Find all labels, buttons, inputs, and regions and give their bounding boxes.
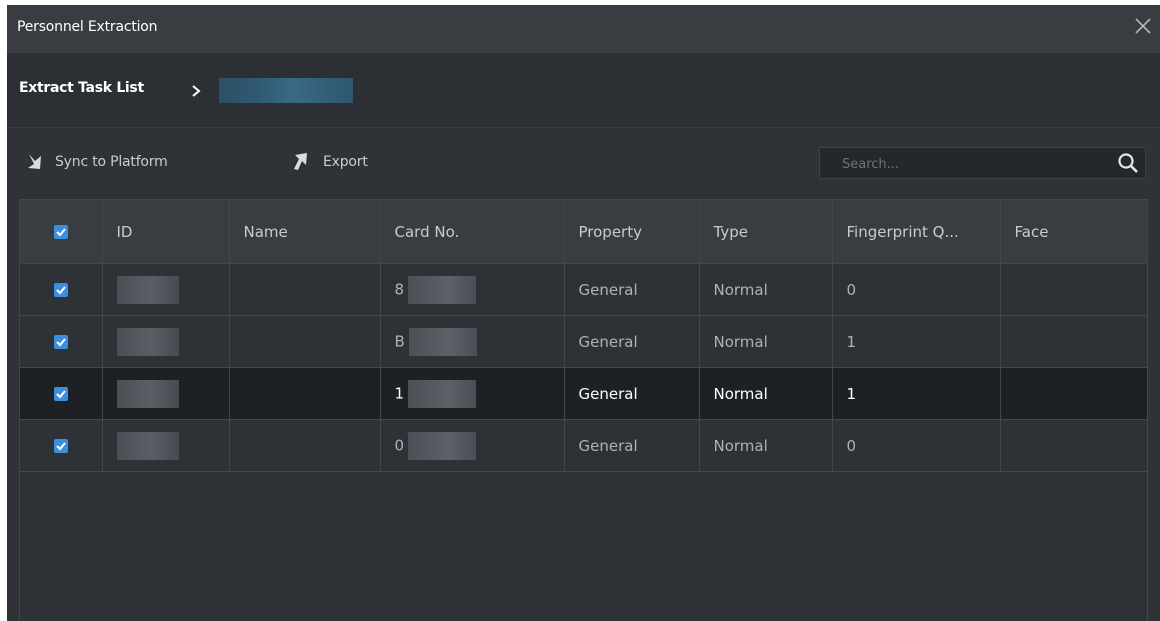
sync-to-platform-label: Sync to Platform xyxy=(55,154,168,170)
cell-face xyxy=(1000,367,1147,420)
sync-icon xyxy=(28,154,41,169)
cell-name xyxy=(229,263,381,316)
toolbar: Sync to Platform Export xyxy=(7,145,1160,180)
redacted-id xyxy=(116,275,179,304)
redacted-card xyxy=(408,327,477,356)
cell-name xyxy=(229,419,381,472)
table-header-row: ID Name Card No. Property Type Fingerpri… xyxy=(20,200,1147,264)
column-header-name[interactable]: Name xyxy=(229,200,381,264)
cell-face xyxy=(1000,315,1147,368)
cell-id xyxy=(102,263,230,316)
cell-type: Normal xyxy=(699,367,833,420)
card-no-text: B xyxy=(394,332,405,350)
card-no-text: 8 xyxy=(394,280,405,298)
cell-type: Normal xyxy=(699,315,833,368)
sync-to-platform-button[interactable]: Sync to Platform xyxy=(25,145,168,179)
cell-card-no: 1 xyxy=(380,367,565,420)
export-icon xyxy=(294,153,307,170)
personnel-table: ID Name Card No. Property Type Fingerpri… xyxy=(19,199,1148,621)
search-input[interactable] xyxy=(820,148,1124,180)
search-box xyxy=(819,147,1146,180)
cell-property: General xyxy=(564,315,700,368)
cell-face xyxy=(1000,419,1147,472)
cell-fingerprint: 1 xyxy=(832,315,1001,368)
column-header-face[interactable]: Face xyxy=(1000,200,1147,264)
cell-name xyxy=(229,315,381,368)
cell-type: Normal xyxy=(699,263,833,316)
chevron-right-icon xyxy=(190,83,202,99)
row-checkbox[interactable] xyxy=(53,335,68,349)
column-header-type[interactable]: Type xyxy=(699,200,833,264)
cell-fingerprint: 1 xyxy=(832,367,1001,420)
row-checkbox[interactable] xyxy=(53,387,68,401)
cell-name xyxy=(229,367,381,420)
row-checkbox-cell xyxy=(20,367,103,420)
select-all-checkbox[interactable] xyxy=(53,225,68,239)
search-icon[interactable] xyxy=(1117,152,1139,174)
redacted-card xyxy=(408,379,477,408)
redacted-id xyxy=(116,431,179,460)
row-checkbox[interactable] xyxy=(53,439,68,453)
cell-id xyxy=(102,367,230,420)
table-row[interactable]: B General Normal 1 xyxy=(20,315,1147,368)
row-checkbox-cell xyxy=(20,419,103,472)
table-row-selected[interactable]: 1 General Normal 1 xyxy=(20,367,1147,420)
cell-type: Normal xyxy=(699,419,833,472)
breadcrumb-extract-task-list[interactable]: Extract Task List xyxy=(19,80,144,96)
cell-id xyxy=(102,315,230,368)
cell-card-no: 8 xyxy=(380,263,565,316)
row-checkbox[interactable] xyxy=(53,283,68,297)
cell-fingerprint: 0 xyxy=(832,419,1001,472)
cell-id xyxy=(102,419,230,472)
card-no-text: 0 xyxy=(394,436,405,454)
dialog-title: Personnel Extraction xyxy=(17,19,158,35)
column-header-card-no[interactable]: Card No. xyxy=(380,200,565,264)
export-button[interactable]: Export xyxy=(293,145,368,179)
column-header-fingerprint-quantity[interactable]: Fingerprint Q... xyxy=(832,200,1001,264)
redacted-card xyxy=(408,275,477,304)
table-row[interactable]: 8 General Normal 0 xyxy=(20,263,1147,316)
column-header-property[interactable]: Property xyxy=(564,200,700,264)
breadcrumb: Extract Task List xyxy=(7,53,1160,128)
redacted-card xyxy=(408,431,477,460)
cell-card-no: 0 xyxy=(380,419,565,472)
title-bar: Personnel Extraction xyxy=(7,5,1160,53)
close-icon[interactable] xyxy=(1130,13,1156,39)
cell-property: General xyxy=(564,419,700,472)
export-label: Export xyxy=(323,154,368,170)
cell-property: General xyxy=(564,263,700,316)
select-all-checkbox-cell xyxy=(20,200,103,264)
redacted-id xyxy=(116,379,179,408)
personnel-extraction-dialog: Personnel Extraction Extract Task List S… xyxy=(7,5,1160,621)
row-checkbox-cell xyxy=(20,263,103,316)
card-no-text: 1 xyxy=(394,384,405,402)
redacted-id xyxy=(116,327,179,356)
column-header-id[interactable]: ID xyxy=(102,200,230,264)
table-row[interactable]: 0 General Normal 0 xyxy=(20,419,1147,472)
cell-face xyxy=(1000,263,1147,316)
row-checkbox-cell xyxy=(20,315,103,368)
breadcrumb-current-task xyxy=(219,78,353,103)
cell-property: General xyxy=(564,367,700,420)
cell-card-no: B xyxy=(380,315,565,368)
cell-fingerprint: 0 xyxy=(832,263,1001,316)
